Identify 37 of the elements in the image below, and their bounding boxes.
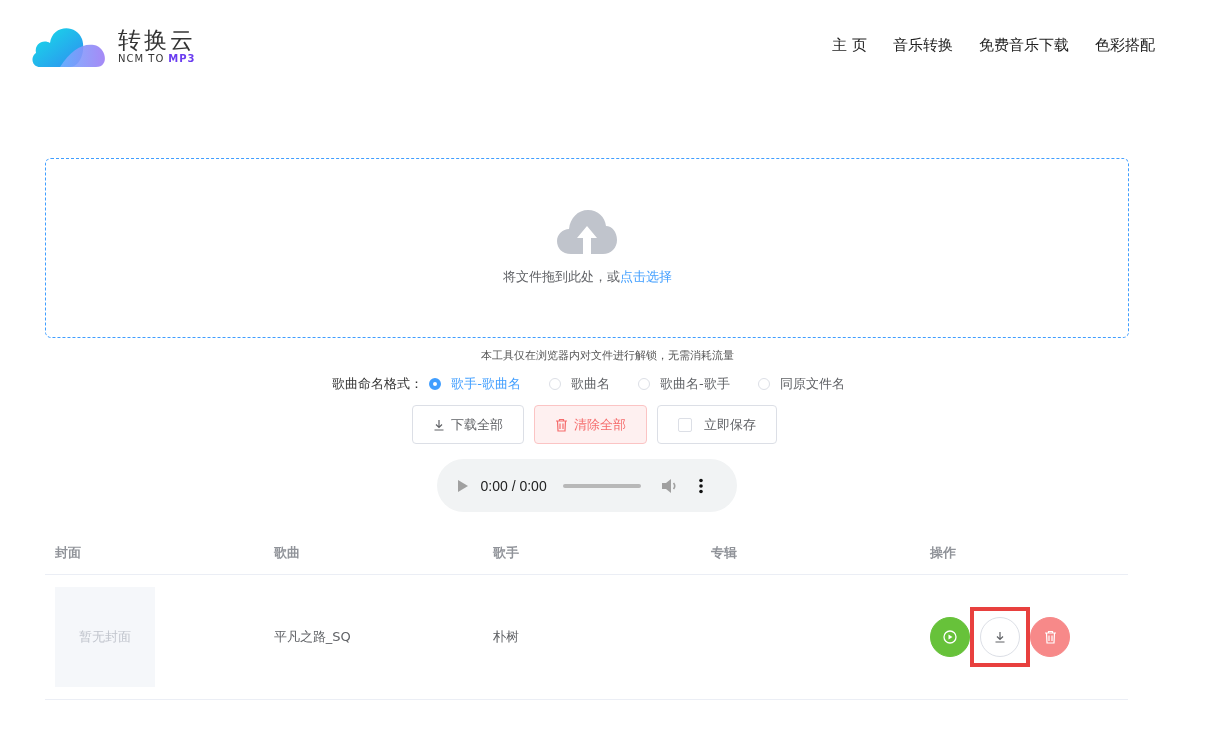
- nav-link[interactable]: 音乐转换: [893, 35, 953, 55]
- logo-name: 转换云: [118, 26, 196, 53]
- trash-icon: [1043, 630, 1057, 644]
- naming-format-label: 歌曲命名格式：: [332, 375, 424, 393]
- naming-radio-option[interactable]: 歌曲名-歌手: [638, 375, 730, 393]
- logo-tagline-accent: MP3: [168, 52, 196, 64]
- column-header: 操作: [930, 545, 957, 560]
- play-icon: [943, 630, 958, 644]
- column-header: 歌曲: [273, 545, 300, 560]
- progress-track[interactable]: [562, 483, 641, 488]
- column-header: 封面: [55, 545, 81, 560]
- play-icon[interactable]: [456, 478, 469, 493]
- column-header: 歌手: [492, 545, 519, 560]
- notice-text: 本工具仅在浏览器内对文件进行解锁，无需消耗流量: [480, 348, 735, 363]
- audio-player[interactable]: 0:00 / 0:00: [436, 459, 737, 512]
- logo-tagline: NCM TO: [118, 52, 165, 64]
- download-button[interactable]: [980, 617, 1021, 657]
- download-icon: [432, 418, 445, 431]
- nav-link[interactable]: 色彩搭配: [1095, 35, 1155, 55]
- cloud-upload-icon: [557, 210, 617, 254]
- naming-radio-option[interactable]: 歌曲名: [549, 375, 610, 393]
- song-title: 平凡之路_SQ: [273, 629, 351, 644]
- nav-link[interactable]: 免费音乐下载: [979, 35, 1069, 55]
- artist-name: 朴树: [492, 629, 519, 644]
- save-immediately-checkbox[interactable]: 立即保存: [656, 405, 777, 444]
- column-header: 专辑: [711, 545, 738, 560]
- play-button[interactable]: [930, 617, 971, 657]
- naming-radio-option[interactable]: 同原文件名: [757, 375, 845, 393]
- upload-instruction: 将文件拖到此处，或点击选择: [502, 268, 672, 286]
- delete-button[interactable]: [1030, 617, 1071, 657]
- nav-link[interactable]: 主 页: [832, 35, 867, 55]
- more-options-icon[interactable]: [698, 477, 703, 494]
- upload-dropzone[interactable]: 将文件拖到此处，或点击选择: [45, 158, 1129, 338]
- download-icon: [994, 631, 1007, 643]
- player-time: 0:00 / 0:00: [480, 477, 547, 494]
- download-all-button[interactable]: 下载全部: [411, 405, 524, 444]
- trash-icon: [554, 417, 568, 432]
